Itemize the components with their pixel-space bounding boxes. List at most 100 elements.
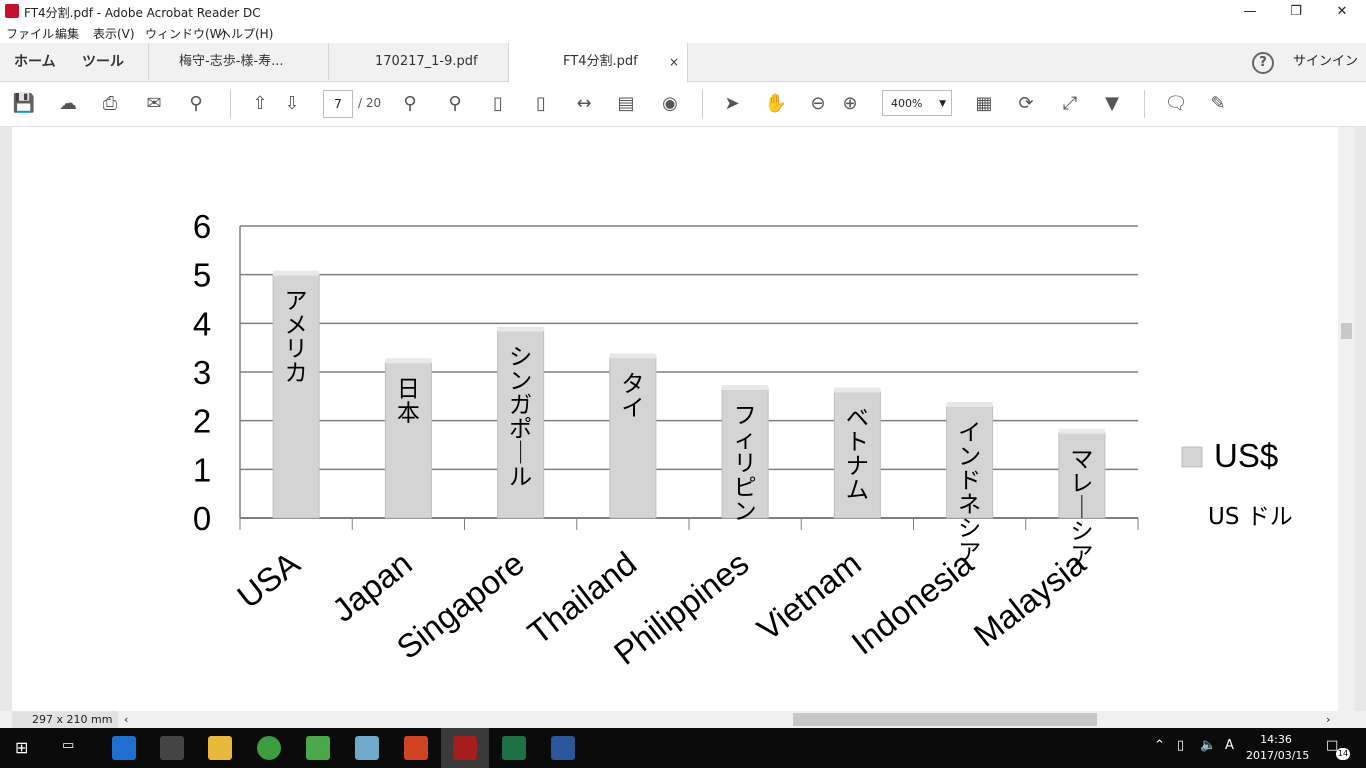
page-size: 297 x 210 mm: [12, 711, 118, 728]
excel-icon[interactable]: [502, 736, 526, 760]
tab-close-icon[interactable]: ×: [669, 43, 679, 81]
word-icon[interactable]: [551, 736, 575, 760]
tab-label: 170217_1-9.pdf: [375, 54, 478, 69]
page-up-icon[interactable]: ⇧: [248, 92, 272, 116]
acrobat-taskbar-icon[interactable]: [453, 736, 477, 760]
tab-bar: ホーム ツール 梅守-志歩-様-寿... 170217_1-9.pdf FT4分…: [0, 43, 1366, 82]
window-title: FT4分割.pdf - Adobe Acrobat Reader DC: [24, 6, 261, 20]
bar-top: [497, 326, 544, 332]
bar-top: [722, 385, 769, 391]
taskbar: ⊞ ▭ ⌃ ▯ 🔈 A 14:36 2017/03/15 □ 14: [0, 728, 1366, 768]
left-pane-collapse[interactable]: [0, 127, 12, 711]
task-view-icon[interactable]: ▭: [62, 738, 74, 753]
legend-swatch: [1181, 446, 1203, 468]
comment-icon[interactable]: 🗨: [1164, 92, 1188, 116]
email-icon[interactable]: ✉: [142, 92, 166, 116]
zoom-out-icon[interactable]: ⊖: [806, 92, 830, 116]
bar-top: [946, 402, 993, 408]
zoom-in-icon[interactable]: ⊕: [838, 92, 862, 116]
menu-edit[interactable]: 編集: [55, 25, 79, 42]
vertical-scrollbar[interactable]: [1338, 127, 1355, 711]
scroll-left-icon[interactable]: ‹: [124, 711, 128, 728]
bar-top: [609, 353, 656, 359]
powerpoint-icon[interactable]: [404, 736, 428, 760]
horizontal-scroll-thumb[interactable]: [793, 713, 1097, 726]
x-tick-label: Singapore: [390, 544, 531, 666]
evernote-icon[interactable]: [306, 736, 330, 760]
search-icon[interactable]: ⚲: [184, 92, 208, 116]
tab-document-1[interactable]: 梅守-志歩-様-寿...: [148, 43, 328, 80]
tab-label: 梅守-志歩-様-寿...: [179, 54, 284, 69]
toolbar-divider: [702, 90, 703, 118]
y-tick-label: 0: [193, 500, 211, 537]
minimize-button[interactable]: —: [1227, 0, 1273, 23]
vertical-scroll-thumb[interactable]: [1341, 323, 1352, 339]
menu-help[interactable]: ヘルプ(H): [219, 25, 273, 42]
zoom-select[interactable]: 400% ▼: [882, 90, 952, 116]
bar-label: インドネシア: [958, 420, 981, 566]
bar-top: [385, 358, 432, 364]
right-pane-collapse[interactable]: [1355, 127, 1366, 711]
tab-document-active[interactable]: FT4分割.pdf ×: [508, 43, 688, 82]
menu-bar: ファイル 編集 表示(V) ウィンドウ(W) ヘルプ(H): [0, 23, 1366, 43]
highlight-pen-icon[interactable]: ✎: [1206, 92, 1230, 116]
explorer-icon[interactable]: [208, 736, 232, 760]
help-icon[interactable]: ?: [1252, 52, 1274, 74]
fit-visible-icon[interactable]: ▤: [614, 92, 638, 116]
y-tick-label: 6: [193, 208, 211, 245]
actual-size-icon[interactable]: ▯: [486, 92, 510, 116]
bar-label: アメリカ: [285, 289, 308, 387]
hand-tool-icon[interactable]: ✋: [764, 92, 788, 116]
volume-icon[interactable]: 🔈: [1200, 738, 1216, 753]
legend-label: US$: [1214, 437, 1278, 474]
dynamic-zoom-icon[interactable]: ⚲: [443, 92, 467, 116]
store-icon[interactable]: [160, 736, 184, 760]
restore-button[interactable]: ❐: [1273, 0, 1319, 23]
nav-home[interactable]: ホーム: [14, 43, 56, 81]
ime-indicator[interactable]: A: [1225, 738, 1234, 753]
nav-tools[interactable]: ツール: [82, 43, 124, 81]
x-tick-label: Japan: [325, 544, 419, 629]
menu-window[interactable]: ウィンドウ(W): [145, 25, 226, 42]
edge-icon[interactable]: [112, 736, 136, 760]
page-display-icon[interactable]: ▦: [972, 92, 996, 116]
scroll-right-icon[interactable]: ›: [1326, 711, 1330, 728]
fit-page-icon[interactable]: ▯: [529, 92, 553, 116]
full-screen-icon[interactable]: ⤢: [1058, 92, 1082, 116]
bar-label: タイ: [621, 371, 644, 421]
signin-link[interactable]: サインイン: [1293, 43, 1358, 81]
clock[interactable]: 14:36 2017/03/15: [1246, 732, 1309, 764]
y-tick-label: 5: [193, 257, 211, 294]
upload-icon[interactable]: ☁: [56, 92, 80, 116]
chevron-down-icon: ▼: [939, 99, 946, 109]
close-window-button[interactable]: ✕: [1319, 0, 1365, 23]
chrome-icon[interactable]: [257, 736, 281, 760]
battery-icon[interactable]: ▯: [1177, 738, 1184, 753]
y-tick-label: 2: [193, 403, 211, 440]
tray-chevron-icon[interactable]: ⌃: [1154, 738, 1165, 753]
scroll-mode-icon[interactable]: ▼: [1100, 92, 1124, 116]
page-total: / 20: [358, 96, 382, 110]
app-icon[interactable]: [355, 736, 379, 760]
print-icon[interactable]: ⎙: [98, 92, 122, 116]
page-down-icon[interactable]: ⇩: [280, 92, 304, 116]
status-bar: 297 x 210 mm ‹ ›: [0, 711, 1366, 728]
bar-chart: 0123456アメリカUSA日本Japanシンガポ｜ルSingaporeタイTh…: [193, 208, 1293, 672]
save-icon[interactable]: 💾: [12, 92, 36, 116]
bar-label: ベトナム: [846, 405, 869, 503]
menu-view[interactable]: 表示(V): [93, 25, 135, 42]
page-number-input[interactable]: 7: [323, 90, 353, 118]
read-mode-icon[interactable]: ◉: [658, 92, 682, 116]
select-cursor-icon[interactable]: ➤: [720, 92, 744, 116]
bar-label: フィリピン: [734, 403, 757, 525]
y-tick-label: 4: [193, 305, 211, 342]
toolbar-divider: [230, 90, 231, 118]
tab-document-2[interactable]: 170217_1-9.pdf: [328, 43, 508, 80]
document-view[interactable]: 0 1 2 3 4 5 6 アメリカ USA 日本 Japan シンガポ｜ル Singapore タイ Th…: [12, 127, 1338, 711]
marquee-zoom-icon[interactable]: ⚲: [398, 92, 422, 116]
start-icon[interactable]: ⊞: [15, 738, 28, 757]
rotate-view-icon[interactable]: ⟳: [1014, 92, 1038, 116]
fit-width-icon[interactable]: ↔: [572, 92, 596, 116]
tab-label: FT4分割.pdf: [563, 54, 638, 69]
menu-file[interactable]: ファイル: [6, 25, 54, 42]
